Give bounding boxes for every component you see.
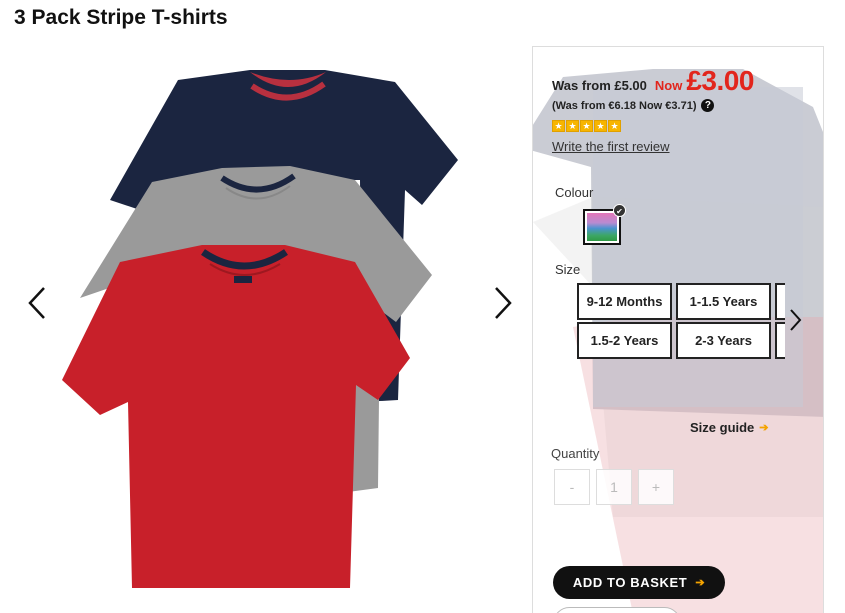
size-label: Size xyxy=(555,262,581,277)
gallery-prev-button[interactable] xyxy=(24,283,54,323)
arrow-right-icon: ➔ xyxy=(759,422,769,434)
product-details-panel: Was from £5.00 Now £3.00 (Was from €6.18… xyxy=(532,46,824,613)
size-option-1-1.5-years[interactable]: 1-1.5 Years xyxy=(676,283,771,320)
star-icon: ★ xyxy=(594,120,607,132)
secondary-action-button[interactable] xyxy=(553,607,681,613)
star-icon: ★ xyxy=(552,120,565,132)
quantity-input[interactable]: 1 xyxy=(596,469,632,505)
price-row: Was from £5.00 Now £3.00 xyxy=(552,65,754,97)
check-icon: ✔ xyxy=(613,204,626,217)
product-image xyxy=(62,70,458,588)
product-image-gallery xyxy=(0,40,530,613)
quantity-decrease-button[interactable]: - xyxy=(554,469,590,505)
now-label: Now xyxy=(654,78,683,93)
star-rating: ★ ★ ★ ★ ★ xyxy=(552,120,621,132)
add-to-basket-button[interactable]: ADD TO BASKET ➔ xyxy=(553,566,725,599)
quantity-label: Quantity xyxy=(551,446,600,461)
arrow-right-icon: ➔ xyxy=(695,577,706,589)
size-guide-label: Size guide xyxy=(690,420,755,435)
gallery-next-button[interactable] xyxy=(486,283,516,323)
size-option-2-3-years[interactable]: 2-3 Years xyxy=(676,322,771,359)
chevron-right-icon xyxy=(495,287,512,319)
now-price: £3.00 xyxy=(686,65,754,96)
size-option-1.5-2-years[interactable]: 1.5-2 Years xyxy=(577,322,672,359)
quantity-stepper: - 1 + xyxy=(554,469,674,505)
size-option-partial[interactable] xyxy=(775,322,785,359)
colour-swatch-multicolour[interactable]: ✔ xyxy=(583,204,626,245)
swatch-fill xyxy=(587,213,617,241)
size-option-9-12-months[interactable]: 9-12 Months xyxy=(577,283,672,320)
euro-price-text: (Was from €6.18 Now €3.71) xyxy=(552,99,697,112)
euro-price: (Was from €6.18 Now €3.71) ? xyxy=(552,99,715,112)
quantity-increase-button[interactable]: + xyxy=(638,469,674,505)
size-options: 9-12 Months 1-1.5 Years 1.5-2 Years 2-3 … xyxy=(577,283,785,359)
add-to-basket-label: ADD TO BASKET xyxy=(572,575,688,590)
was-price: Was from £5.00 xyxy=(552,78,647,93)
star-icon: ★ xyxy=(566,120,579,132)
size-next-button[interactable] xyxy=(785,305,805,335)
colour-label: Colour xyxy=(555,185,594,200)
write-review-link[interactable]: Write the first review xyxy=(552,139,670,154)
help-icon[interactable]: ? xyxy=(701,99,715,112)
page-title: 3 Pack Stripe T-shirts xyxy=(14,6,228,29)
star-icon: ★ xyxy=(580,120,593,132)
star-icon: ★ xyxy=(608,120,621,132)
chevron-right-icon xyxy=(790,309,802,331)
chevron-left-icon xyxy=(28,287,45,319)
size-option-partial[interactable] xyxy=(775,283,785,320)
size-guide-link[interactable]: Size guide ➔ xyxy=(690,420,769,435)
